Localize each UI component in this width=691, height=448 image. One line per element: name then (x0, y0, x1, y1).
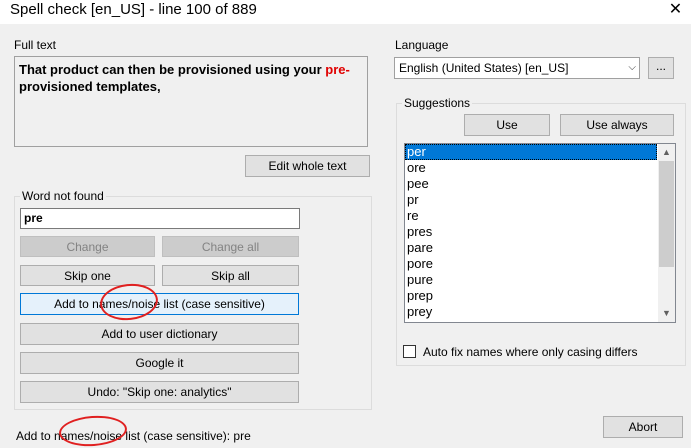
language-label: Language (395, 38, 449, 52)
suggestion-item[interactable]: prep (405, 288, 657, 304)
suggestion-item[interactable]: ore (405, 160, 657, 176)
chevron-down-icon: ⌵ (628, 62, 636, 73)
scroll-up-icon[interactable]: ▲ (658, 144, 675, 161)
add-to-names-noise-list-button[interactable]: Add to names/noise list (case sensitive) (20, 293, 299, 315)
language-select[interactable]: English (United States) [en_US] ⌵ (394, 57, 640, 79)
suggestion-item[interactable]: prey (405, 304, 657, 320)
close-icon[interactable]: ✕ (660, 0, 691, 22)
auto-fix-checkbox[interactable] (403, 345, 416, 358)
suggestion-item[interactable]: re (405, 208, 657, 224)
skip-all-button[interactable]: Skip all (162, 265, 299, 286)
suggestion-item[interactable]: pare (405, 240, 657, 256)
word-not-found-label: Word not found (20, 189, 106, 203)
suggestion-item[interactable]: per (405, 144, 657, 160)
suggestions-list[interactable]: per ore pee pr re pres pare pore pure prep prey ▲ … (404, 143, 676, 323)
suggestions-label: Suggestions (402, 96, 473, 110)
misspelled-word: pre- (325, 62, 350, 77)
scrollbar[interactable]: ▲ ▼ (658, 144, 675, 322)
status-text: Add to names/noise list (case sensitive)… (16, 429, 251, 443)
suggestion-item[interactable]: pure (405, 272, 657, 288)
add-to-user-dictionary-button[interactable]: Add to user dictionary (20, 323, 299, 345)
window-title: Spell check [en_US] - line 100 of 889 (10, 1, 257, 18)
auto-fix-label: Auto fix names where only casing differs (423, 345, 638, 359)
suggestion-item[interactable]: pee (405, 176, 657, 192)
full-text-label: Full text (14, 38, 57, 52)
word-input[interactable]: pre (20, 208, 300, 229)
full-text-line1: That product can then be provisioned usi… (19, 62, 326, 77)
undo-button[interactable]: Undo: "Skip one: analytics" (20, 381, 299, 403)
suggestions-items: per ore pee pr re pres pare pore pure prep prey (405, 144, 675, 320)
suggestion-item[interactable]: pr (405, 192, 657, 208)
scrollbar-thumb[interactable] (659, 161, 674, 267)
full-text-box[interactable]: That product can then be provisioned usi… (14, 56, 368, 147)
abort-button[interactable]: Abort (603, 416, 683, 438)
edit-whole-text-button[interactable]: Edit whole text (245, 155, 370, 177)
suggestion-item[interactable]: pore (405, 256, 657, 272)
use-always-button[interactable]: Use always (560, 114, 674, 136)
language-browse-button[interactable]: ... (648, 57, 674, 79)
change-all-button[interactable]: Change all (162, 236, 299, 257)
change-button[interactable]: Change (20, 236, 155, 257)
full-text-line2: provisioned templates, (19, 79, 161, 94)
suggestion-item[interactable]: pres (405, 224, 657, 240)
language-selected-value: English (United States) [en_US] (399, 61, 569, 75)
google-it-button[interactable]: Google it (20, 352, 299, 374)
scroll-down-icon[interactable]: ▼ (658, 305, 675, 322)
use-button[interactable]: Use (464, 114, 550, 136)
